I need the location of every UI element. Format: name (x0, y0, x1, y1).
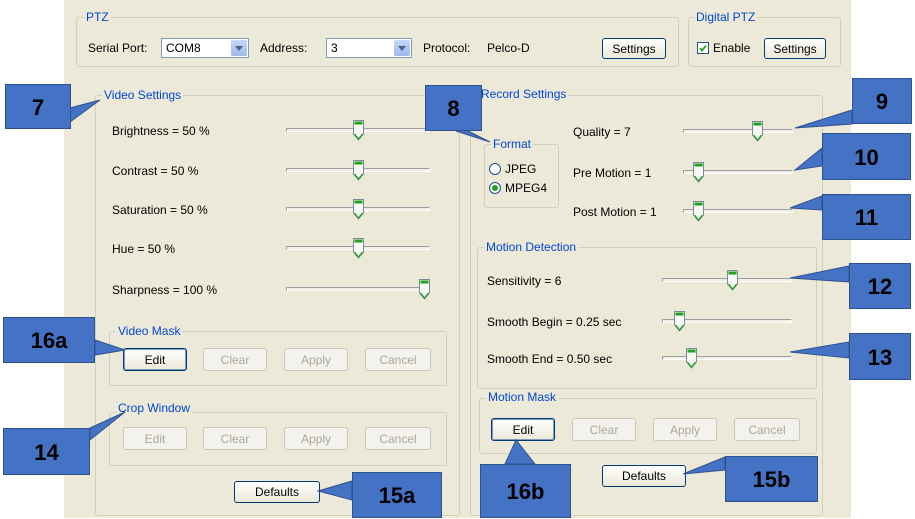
quality-slider-thumb[interactable] (752, 121, 763, 142)
callout-12: 12 (849, 263, 911, 309)
callout-13: 13 (849, 333, 911, 380)
callout-15b: 15b (725, 456, 818, 502)
callout-16b: 16b (480, 464, 571, 518)
callout-16a: 16a (3, 317, 95, 363)
sharpness-slider-thumb[interactable] (419, 279, 430, 300)
callout-11: 11 (822, 194, 911, 240)
callout-pointers (69, 99, 853, 501)
pre-motion-slider-thumb[interactable] (693, 162, 704, 183)
callout-14: 14 (3, 428, 90, 475)
saturation-slider-thumb[interactable] (353, 199, 364, 220)
callout-15a: 15a (352, 472, 442, 518)
sensitivity-slider-thumb[interactable] (727, 270, 738, 291)
hue-slider-thumb[interactable] (353, 238, 364, 259)
callout-7: 7 (5, 84, 71, 129)
post-motion-slider-thumb[interactable] (693, 201, 704, 222)
callout-10: 10 (822, 133, 911, 180)
brightness-slider-thumb[interactable] (353, 120, 364, 141)
callout-8: 8 (425, 85, 482, 131)
smooth-end-slider-thumb[interactable] (686, 348, 697, 369)
contrast-slider-thumb[interactable] (353, 160, 364, 181)
callout-9: 9 (852, 78, 912, 124)
smooth-begin-slider-thumb[interactable] (674, 311, 685, 332)
